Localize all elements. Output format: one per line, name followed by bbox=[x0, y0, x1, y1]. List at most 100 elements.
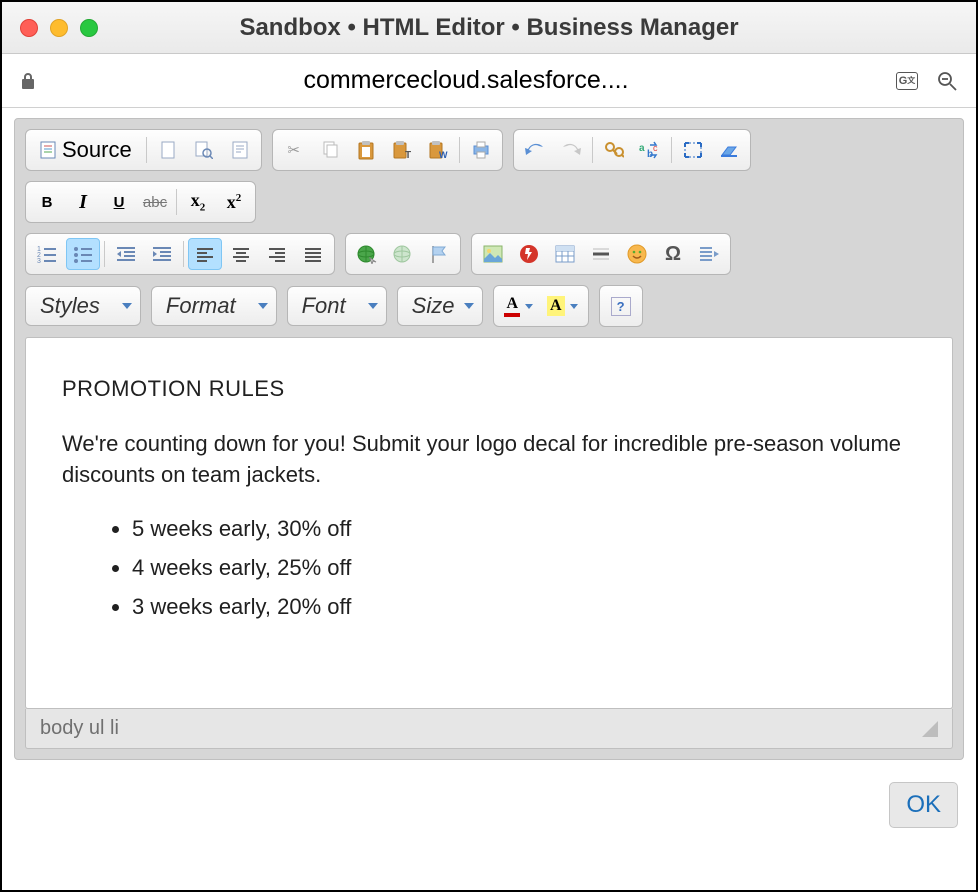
replace-button[interactable]: abc bbox=[633, 134, 667, 166]
strike-button[interactable]: abc bbox=[138, 186, 172, 218]
copy-button[interactable] bbox=[313, 134, 347, 166]
element-path[interactable]: body ul li bbox=[40, 717, 119, 740]
anchor-button[interactable] bbox=[422, 238, 456, 270]
styles-dropdown[interactable]: Styles bbox=[25, 286, 141, 326]
redo-button[interactable] bbox=[554, 134, 588, 166]
print-button[interactable] bbox=[464, 134, 498, 166]
remove-format-button[interactable] bbox=[712, 134, 746, 166]
align-center-icon bbox=[232, 245, 250, 262]
url-text[interactable]: commercecloud.salesforce.... bbox=[36, 66, 896, 95]
paste-button[interactable] bbox=[349, 134, 383, 166]
image-button[interactable] bbox=[476, 238, 510, 270]
link-button[interactable] bbox=[350, 238, 384, 270]
page-break-button[interactable] bbox=[692, 238, 726, 270]
size-label: Size bbox=[412, 293, 455, 319]
smiley-button[interactable] bbox=[620, 238, 654, 270]
ok-button[interactable]: OK bbox=[889, 782, 958, 828]
resize-handle-icon[interactable] bbox=[922, 721, 938, 737]
text-color-icon: A bbox=[504, 295, 520, 317]
cut-icon: ✂ bbox=[287, 141, 300, 159]
outdent-icon bbox=[116, 245, 136, 263]
text-color-button[interactable]: A bbox=[498, 290, 539, 322]
underline-button[interactable]: U bbox=[102, 186, 136, 218]
address-bar: commercecloud.salesforce.... G文 bbox=[2, 54, 976, 108]
italic-icon: I bbox=[79, 191, 87, 214]
align-right-button[interactable] bbox=[260, 238, 294, 270]
bold-button[interactable]: B bbox=[30, 186, 64, 218]
cut-button[interactable]: ✂ bbox=[277, 134, 311, 166]
paste-text-icon: T bbox=[392, 140, 412, 160]
bg-color-button[interactable]: A bbox=[541, 290, 584, 322]
list-item: 3 weeks early, 20% off bbox=[132, 592, 916, 623]
bullet-list-button[interactable] bbox=[66, 238, 100, 270]
format-label: Format bbox=[166, 293, 236, 319]
chevron-down-icon bbox=[570, 304, 578, 309]
find-button[interactable] bbox=[597, 134, 631, 166]
select-all-icon bbox=[683, 141, 703, 159]
svg-text:c: c bbox=[653, 143, 658, 153]
strike-icon: abc bbox=[143, 194, 167, 211]
list-item: 4 weeks early, 25% off bbox=[132, 553, 916, 584]
select-all-button[interactable] bbox=[676, 134, 710, 166]
underline-icon: U bbox=[114, 194, 125, 211]
font-dropdown[interactable]: Font bbox=[287, 286, 387, 326]
content-list: 5 weeks early, 30% off 4 weeks early, 25… bbox=[62, 514, 916, 622]
redo-icon bbox=[561, 141, 581, 158]
zoom-window-icon[interactable] bbox=[80, 19, 98, 37]
unlink-icon bbox=[392, 244, 414, 264]
superscript-button[interactable]: x2 bbox=[217, 186, 251, 218]
about-button[interactable]: ? bbox=[604, 290, 638, 322]
numbered-list-button[interactable]: 123 bbox=[30, 238, 64, 270]
bg-color-icon: A bbox=[547, 296, 565, 316]
indent-button[interactable] bbox=[145, 238, 179, 270]
dialog-footer: OK bbox=[2, 770, 976, 840]
undo-button[interactable] bbox=[518, 134, 552, 166]
paste-word-icon: W bbox=[428, 140, 448, 160]
window-titlebar: Sandbox • HTML Editor • Business Manager bbox=[2, 2, 976, 54]
lock-icon bbox=[20, 70, 36, 91]
new-page-button[interactable] bbox=[151, 134, 185, 166]
format-dropdown[interactable]: Format bbox=[151, 286, 277, 326]
print-icon bbox=[472, 141, 490, 159]
align-justify-button[interactable] bbox=[296, 238, 330, 270]
paste-word-button[interactable]: W bbox=[421, 134, 455, 166]
page-break-icon bbox=[698, 245, 720, 263]
italic-button[interactable]: I bbox=[66, 186, 100, 218]
paste-icon bbox=[357, 140, 375, 160]
source-button[interactable]: Source bbox=[30, 134, 142, 166]
minimize-window-icon[interactable] bbox=[50, 19, 68, 37]
outdent-button[interactable] bbox=[109, 238, 143, 270]
flash-button[interactable] bbox=[512, 238, 546, 270]
translate-icon[interactable]: G文 bbox=[896, 72, 918, 90]
table-button[interactable] bbox=[548, 238, 582, 270]
size-dropdown[interactable]: Size bbox=[397, 286, 484, 326]
content-heading: PROMOTION RULES bbox=[62, 374, 916, 405]
align-left-button[interactable] bbox=[188, 238, 222, 270]
font-label: Font bbox=[302, 293, 346, 319]
special-char-button[interactable]: Ω bbox=[656, 238, 690, 270]
unlink-button[interactable] bbox=[386, 238, 420, 270]
element-path-bar: body ul li bbox=[25, 709, 953, 749]
subscript-button[interactable]: x2 bbox=[181, 186, 215, 218]
editor-content[interactable]: PROMOTION RULES We're counting down for … bbox=[25, 337, 953, 709]
chevron-down-icon bbox=[258, 303, 268, 309]
hr-button[interactable] bbox=[584, 238, 618, 270]
paste-text-button[interactable]: T bbox=[385, 134, 419, 166]
window-title: Sandbox • HTML Editor • Business Manager bbox=[2, 14, 976, 42]
chevron-down-icon bbox=[368, 303, 378, 309]
preview-button[interactable] bbox=[187, 134, 221, 166]
align-center-button[interactable] bbox=[224, 238, 258, 270]
svg-text:a: a bbox=[639, 143, 645, 154]
list-item: 5 weeks early, 30% off bbox=[132, 514, 916, 545]
traffic-lights bbox=[20, 19, 98, 37]
close-window-icon[interactable] bbox=[20, 19, 38, 37]
new-page-icon bbox=[160, 141, 176, 159]
bullet-list-icon bbox=[73, 245, 93, 263]
svg-text:3: 3 bbox=[37, 258, 41, 263]
editor-panel: Source ✂ T W abc bbox=[14, 118, 964, 760]
templates-button[interactable] bbox=[223, 134, 257, 166]
zoom-out-icon[interactable] bbox=[936, 70, 958, 92]
numbered-list-icon: 123 bbox=[37, 245, 57, 263]
find-icon bbox=[604, 141, 624, 159]
svg-text:W: W bbox=[439, 150, 448, 160]
